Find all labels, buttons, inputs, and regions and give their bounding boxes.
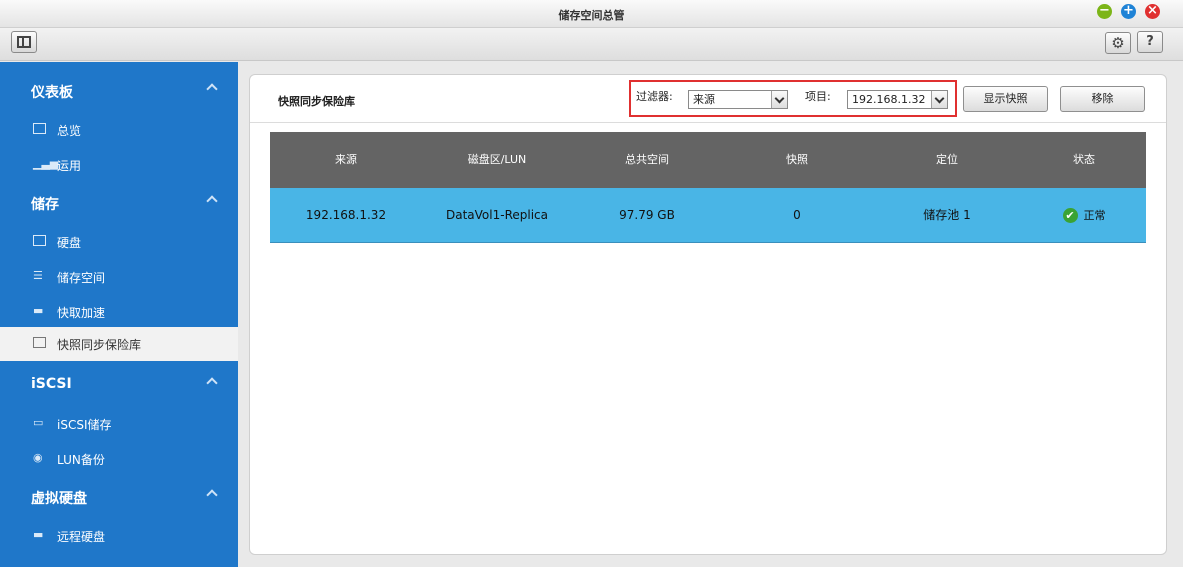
sidebar-item-remote-disk[interactable]: ▬ 远程硬盘 xyxy=(0,519,238,553)
check-circle-icon: ✔ xyxy=(1062,208,1078,223)
column-header-source[interactable]: 来源 xyxy=(270,132,422,188)
page-title: 快照同步保险库 xyxy=(278,95,355,108)
sidebar-item-lun-backup[interactable]: ◉ LUN备份 xyxy=(0,442,238,476)
status-text: 正常 xyxy=(1083,209,1106,222)
item-select[interactable]: 192.168.1.32 xyxy=(847,90,948,109)
cache-drive-icon: ▬ xyxy=(33,304,44,317)
cell-location: 储存池 1 xyxy=(923,208,971,222)
sidebar-item-label: 硬盘 xyxy=(57,236,82,250)
sidebar-item-iscsi-storage[interactable]: ▭ iSCSI储存 xyxy=(0,407,238,441)
section-label: 虚拟硬盘 xyxy=(31,491,87,507)
section-label: 储存 xyxy=(31,197,59,213)
help-icon: ? xyxy=(1146,34,1154,49)
divider xyxy=(250,122,1166,123)
column-header-volume[interactable]: 磁盘区/LUN xyxy=(422,132,572,188)
column-header-location[interactable]: 定位 xyxy=(872,132,1022,188)
table-header: 来源 磁盘区/LUN 总共空间 快照 定位 状态 xyxy=(270,132,1146,188)
sidebar-item-usage[interactable]: ▁▃▅ 运用 xyxy=(0,148,238,182)
vault-icon xyxy=(33,337,48,349)
sidebar-item-label: 远程硬盘 xyxy=(57,530,106,544)
chevron-up-icon[interactable] xyxy=(206,377,218,389)
sidebar-toggle-icon xyxy=(17,36,31,48)
cell-total-space: 97.79 GB xyxy=(619,208,675,222)
minimize-icon[interactable]: − xyxy=(1097,4,1112,19)
chevron-down-icon[interactable] xyxy=(931,91,947,108)
column-header-total-space[interactable]: 总共空间 xyxy=(572,132,722,188)
item-value: 192.168.1.32 xyxy=(852,93,926,106)
sidebar-item-overview[interactable]: 总览 xyxy=(0,113,238,147)
section-label: 仪表板 xyxy=(31,85,73,101)
sidebar-section-dashboard[interactable]: 仪表板 xyxy=(0,72,238,108)
sidebar-item-label: 运用 xyxy=(57,159,82,173)
sidebar-toggle-button[interactable] xyxy=(11,31,37,53)
remote-disk-icon: ▬ xyxy=(33,528,44,541)
sidebar-item-label: 快取加速 xyxy=(57,306,106,320)
table-row[interactable]: 192.168.1.32 DataVol1-Replica 97.79 GB 0… xyxy=(270,188,1146,243)
remove-button[interactable]: 移除 xyxy=(1060,86,1145,112)
sidebar-item-cache-acceleration[interactable]: ▬ 快取加速 xyxy=(0,295,238,329)
cell-status: ✔ 正常 xyxy=(1022,188,1146,243)
sidebar-item-label: 快照同步保险库 xyxy=(57,338,142,352)
chevron-down-icon[interactable] xyxy=(771,91,787,108)
toolbar: ⚙ ? xyxy=(0,28,1183,61)
sidebar-section-storage[interactable]: 储存 xyxy=(0,184,238,220)
close-icon[interactable]: × xyxy=(1145,4,1160,19)
column-header-status[interactable]: 状态 xyxy=(1022,132,1146,188)
sidebar-section-virtual-disk[interactable]: 虚拟硬盘 xyxy=(0,478,238,514)
help-button[interactable]: ? xyxy=(1137,31,1163,53)
sidebar-item-storage-space[interactable]: ☰ 储存空间 xyxy=(0,260,238,294)
sidebar-item-label: LUN备份 xyxy=(57,453,105,467)
show-snapshot-button[interactable]: 显示快照 xyxy=(963,86,1048,112)
sidebar-item-disks[interactable]: 硬盘 xyxy=(0,225,238,259)
settings-button[interactable]: ⚙ xyxy=(1105,32,1131,54)
chevron-up-icon[interactable] xyxy=(206,195,218,207)
database-backup-icon: ◉ xyxy=(33,451,43,464)
window-title: 储存空间总管 xyxy=(558,9,625,22)
disk-icon xyxy=(33,235,48,247)
bar-chart-icon: ▁▃▅ xyxy=(33,157,59,170)
sidebar: 仪表板 总览 ▁▃▅ 运用 储存 硬盘 ☰ 储存空间 ▬ 快取加速 快照同步保险… xyxy=(0,62,238,567)
cell-volume: DataVol1-Replica xyxy=(446,208,548,222)
column-header-snapshots[interactable]: 快照 xyxy=(722,132,872,188)
gear-icon: ⚙ xyxy=(1111,34,1125,52)
main-panel: 快照同步保险库 过滤器: 来源 项目: 192.168.1.32 显示快照 移除… xyxy=(249,74,1167,555)
storage-stack-icon: ☰ xyxy=(33,269,43,282)
sidebar-item-label: iSCSI储存 xyxy=(57,418,112,432)
section-label: iSCSI xyxy=(31,376,72,392)
sidebar-item-label: 储存空间 xyxy=(57,271,106,285)
cell-snapshots: 0 xyxy=(793,208,801,222)
filter-value: 来源 xyxy=(693,93,715,106)
filter-label: 过滤器: xyxy=(636,90,673,103)
list-icon xyxy=(33,123,48,135)
sidebar-section-iscsi[interactable]: iSCSI xyxy=(0,366,238,402)
sidebar-item-label: 总览 xyxy=(57,124,82,138)
sidebar-item-snapshot-vault[interactable]: 快照同步保险库 xyxy=(0,327,238,361)
item-label: 项目: xyxy=(805,90,831,103)
maximize-icon[interactable]: + xyxy=(1121,4,1136,19)
chevron-up-icon[interactable] xyxy=(206,83,218,95)
chevron-up-icon[interactable] xyxy=(206,489,218,501)
iscsi-drive-icon: ▭ xyxy=(33,416,44,429)
cell-source: 192.168.1.32 xyxy=(305,208,387,222)
filter-select[interactable]: 来源 xyxy=(688,90,788,109)
title-bar: 储存空间总管 − + × xyxy=(0,0,1183,28)
